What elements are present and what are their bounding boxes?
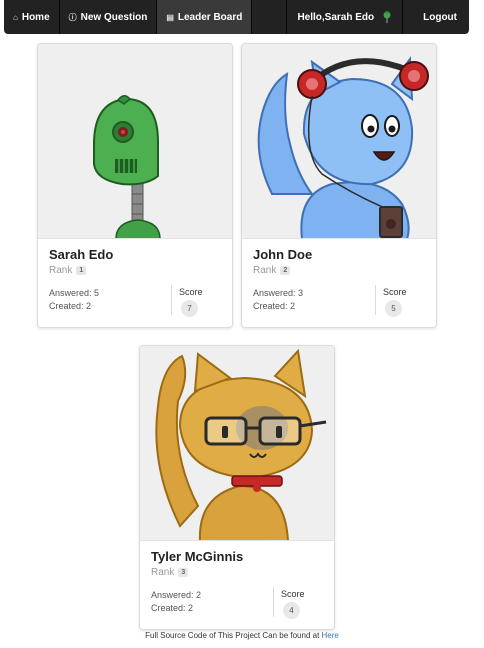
user-name: John Doe	[253, 247, 313, 262]
stats-divider	[171, 285, 172, 315]
nav-new-question-label: New Question	[80, 11, 148, 23]
user-greeting: Hello,Sarah Edo	[287, 0, 404, 34]
score-badge: 7	[181, 300, 198, 317]
rank-badge: 1	[76, 266, 87, 275]
rank-badge: 3	[178, 568, 189, 577]
blue-cat-avatar-image	[257, 56, 429, 238]
rank-row: Rank 3	[151, 567, 323, 578]
orange-cat-avatar-image	[155, 348, 327, 540]
answered-count: Answered: 2	[151, 590, 202, 600]
source-code-link[interactable]: Here	[322, 631, 339, 640]
user-name: Tyler McGinnis	[151, 549, 244, 564]
leaderboard-card: Tyler McGinnis Rank 3 Answered: 2 Create…	[139, 345, 335, 630]
stats-divider	[273, 587, 274, 617]
leaderboard-card: Sarah Edo Rank 1 Answered: 5 Created: 2 …	[37, 43, 233, 328]
leaderboard-card: John Doe Rank 2 Answered: 3 Created: 2 S…	[241, 43, 437, 328]
score-label: Score	[383, 287, 407, 297]
logout-button[interactable]: Logout	[403, 0, 469, 34]
footer-text: Full Source Code of This Project Can be …	[145, 631, 320, 640]
greeting-text: Hello,Sarah Edo	[297, 11, 375, 23]
user-name: Sarah Edo	[49, 247, 114, 262]
top-navbar: ⌂ Home ⓘ New Question ▤ Leader Board Hel…	[4, 0, 469, 34]
score-label: Score	[281, 589, 305, 599]
home-icon: ⌂	[13, 12, 18, 22]
rank-label: Rank	[253, 265, 277, 276]
nav-leaderboard[interactable]: ▤ Leader Board	[157, 0, 253, 34]
created-count: Created: 2	[49, 301, 92, 311]
user-avatar-icon	[383, 11, 391, 23]
created-count: Created: 2	[253, 301, 296, 311]
page-footer: Full Source Code of This Project Can be …	[0, 631, 484, 640]
rank-row: Rank 1	[49, 265, 221, 276]
avatar	[38, 44, 232, 239]
nav-new-question[interactable]: ⓘ New Question	[60, 0, 158, 34]
stats-divider	[375, 285, 376, 315]
rank-row: Rank 2	[253, 265, 425, 276]
nav-home[interactable]: ⌂ Home	[4, 0, 60, 34]
logout-label: Logout	[423, 11, 457, 23]
user-stats: Answered: 5 Created: 2	[49, 287, 99, 313]
rank-label: Rank	[49, 265, 73, 276]
rank-label: Rank	[151, 567, 175, 578]
nav-home-label: Home	[21, 11, 50, 23]
question-circle-icon: ⓘ	[68, 12, 77, 22]
rank-badge: 2	[280, 266, 291, 275]
answered-count: Answered: 5	[49, 288, 100, 298]
user-stats: Answered: 3 Created: 2	[253, 287, 303, 313]
created-count: Created: 2	[151, 603, 194, 613]
nav-spacer	[252, 0, 288, 34]
nav-leaderboard-label: Leader Board	[177, 11, 243, 23]
answered-count: Answered: 3	[253, 288, 304, 298]
avatar	[242, 44, 436, 239]
chart-icon: ▤	[166, 12, 174, 22]
score-badge: 4	[283, 602, 300, 619]
score-badge: 5	[385, 300, 402, 317]
robot-avatar-image	[93, 95, 161, 238]
user-stats: Answered: 2 Created: 2	[151, 589, 201, 615]
avatar	[140, 346, 334, 541]
score-label: Score	[179, 287, 203, 297]
